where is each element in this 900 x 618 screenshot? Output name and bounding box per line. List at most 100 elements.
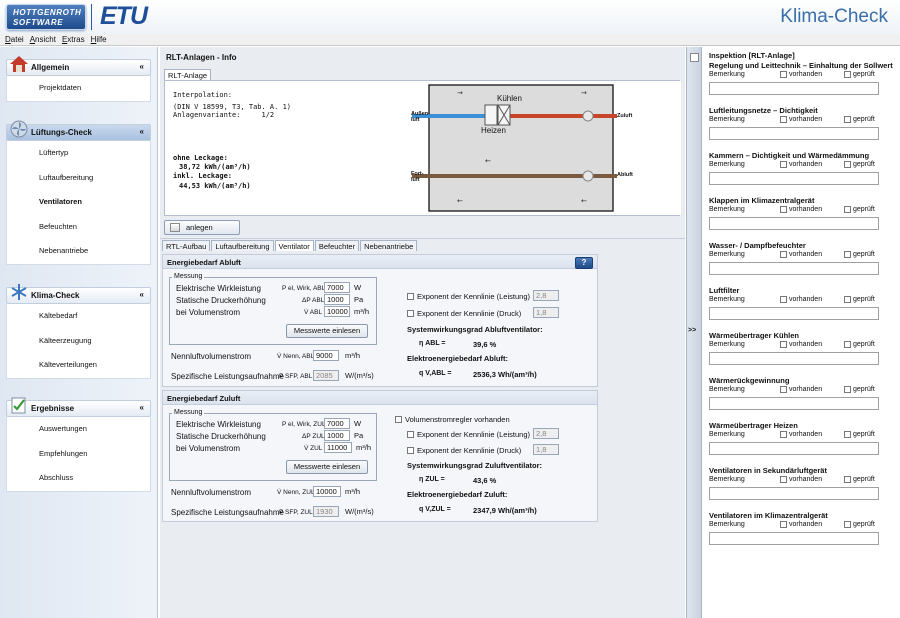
volumenstrom-abluft-input[interactable]: 10000 xyxy=(324,306,350,317)
tab-4[interactable]: Nebenantriebe xyxy=(360,240,418,251)
menu-item-3[interactable]: Hilfe xyxy=(88,34,110,45)
bemerkung-input[interactable] xyxy=(709,307,879,320)
geprueft-checkbox[interactable]: geprüft xyxy=(844,296,875,303)
fan-icon xyxy=(9,120,29,138)
tab-0[interactable]: RTL-Aufbau xyxy=(162,240,211,251)
sidebar-section-0[interactable]: Allgemein « xyxy=(6,56,151,76)
bemerkung-input[interactable] xyxy=(709,82,879,95)
exponent-leistung-abluft-checkbox[interactable]: Exponent der Kennlinie (Leistung) xyxy=(407,292,530,301)
druck-zuluft-input[interactable]: 1000 xyxy=(324,430,350,441)
exponent-druck-zuluft-checkbox[interactable]: Exponent der Kennlinie (Druck) xyxy=(407,446,521,455)
messwerte-einlesen-zuluft-button[interactable]: Messwerte einlesen xyxy=(286,460,368,474)
anlegen-button[interactable]: anlegen xyxy=(164,220,240,235)
vorhanden-checkbox[interactable]: vorhanden xyxy=(780,161,822,168)
collapse-chevron-icon[interactable]: « xyxy=(140,290,144,299)
geprueft-checkbox[interactable]: geprüft xyxy=(844,521,875,528)
sidebar-item[interactable]: Ventilatoren xyxy=(7,190,150,215)
sidebar-item[interactable]: Auswertungen xyxy=(7,417,150,442)
geprueft-checkbox[interactable]: geprüft xyxy=(844,116,875,123)
vorhanden-checkbox[interactable]: vorhanden xyxy=(780,116,822,123)
menu-item-1[interactable]: Ansicht xyxy=(27,34,59,45)
exponent-leistung-zuluft-input[interactable]: 2,8 xyxy=(533,428,559,439)
collapse-chevron-icon[interactable]: « xyxy=(140,403,144,412)
vorhanden-checkbox[interactable]: vorhanden xyxy=(780,251,822,258)
sidebar-item[interactable]: Lüftertyp xyxy=(7,141,150,166)
sidebar-item[interactable]: Kälteverteilungen xyxy=(7,353,150,378)
geprueft-checkbox[interactable]: geprüft xyxy=(844,251,875,258)
vorhanden-checkbox[interactable]: vorhanden xyxy=(780,341,822,348)
svg-text:←: ← xyxy=(581,197,587,205)
druck-label: Statische Druckerhöhung xyxy=(176,296,266,305)
volumenstromregler-checkbox[interactable]: Volumenstromregler vorhanden xyxy=(395,415,510,424)
tab-2[interactable]: Ventilator xyxy=(274,240,314,251)
messung-legend: Messung xyxy=(172,273,205,280)
bemerkung-input[interactable] xyxy=(709,127,879,140)
volumenstrom-label: bei Volumenstrom xyxy=(176,308,241,317)
vorhanden-checkbox[interactable]: vorhanden xyxy=(780,386,822,393)
exponent-leistung-zuluft-checkbox[interactable]: Exponent der Kennlinie (Leistung) xyxy=(407,430,530,439)
bemerkung-input[interactable] xyxy=(709,397,879,410)
volumenstrom-zuluft-input[interactable]: 11000 xyxy=(324,442,352,453)
bemerkung-input[interactable] xyxy=(709,487,879,500)
vorhanden-checkbox[interactable]: vorhanden xyxy=(780,71,822,78)
sidebar-section-2[interactable]: Klima-Check « xyxy=(6,284,151,304)
druck-abluft-input[interactable]: 1000 xyxy=(324,294,350,305)
panel-checkbox[interactable] xyxy=(690,53,699,62)
inspection-item: Luftleitungsnetze – Dichtigkeit Bemerkung… xyxy=(709,106,899,140)
geprueft-checkbox[interactable]: geprüft xyxy=(844,206,875,213)
messwerte-einlesen-abluft-button[interactable]: Messwerte einlesen xyxy=(286,324,368,338)
exponent-druck-abluft-checkbox[interactable]: Exponent der Kennlinie (Druck) xyxy=(407,309,521,318)
vorhanden-checkbox[interactable]: vorhanden xyxy=(780,521,822,528)
sidebar-item[interactable]: Kältebedarf xyxy=(7,304,150,329)
sidebar-item[interactable]: Kälteerzeugung xyxy=(7,329,150,354)
zuluft-label: Zuluft xyxy=(617,113,633,119)
interpolation-source: (DIN V 18599, T3, Tab. A. 1) xyxy=(173,103,292,111)
sidebar-item[interactable]: Befeuchten xyxy=(7,215,150,240)
tab-3[interactable]: Befeuchter xyxy=(314,240,360,251)
menu-item-0[interactable]: Datei xyxy=(2,34,27,45)
geprueft-checkbox[interactable]: geprüft xyxy=(844,386,875,393)
vorhanden-checkbox[interactable]: vorhanden xyxy=(780,431,822,438)
bemerkung-input[interactable] xyxy=(709,262,879,275)
menu-item-2[interactable]: Extras xyxy=(59,34,88,45)
sidebar-item[interactable]: Empfehlungen xyxy=(7,442,150,467)
interpolation-label: Interpolation: xyxy=(173,91,233,99)
collapse-chevron-icon[interactable]: « xyxy=(140,127,144,136)
bemerkung-input[interactable] xyxy=(709,217,879,230)
inkl-leckage-label: inkl. Leckage: xyxy=(173,172,233,180)
exponent-druck-abluft-input[interactable]: 1,8 xyxy=(533,307,559,318)
bemerkung-input[interactable] xyxy=(709,352,879,365)
bemerkung-input[interactable] xyxy=(709,172,879,185)
geprueft-checkbox[interactable]: geprüft xyxy=(844,161,875,168)
vorhanden-checkbox[interactable]: vorhanden xyxy=(780,206,822,213)
expand-panel-button[interactable]: >> xyxy=(688,327,696,334)
geprueft-checkbox[interactable]: geprüft xyxy=(844,341,875,348)
abluft-label: Abluft xyxy=(617,172,633,178)
tab-1[interactable]: Luftaufbereitung xyxy=(211,240,274,251)
geprueft-checkbox[interactable]: geprüft xyxy=(844,476,875,483)
nennluftvolumenstrom-abluft-input[interactable]: 9000 xyxy=(313,350,339,361)
vorhanden-checkbox[interactable]: vorhanden xyxy=(780,296,822,303)
page-title: RLT-Anlagen - Info xyxy=(166,53,237,62)
exponent-leistung-abluft-input[interactable]: 2,8 xyxy=(533,290,559,301)
tab-rlt-anlage[interactable]: RLT-Anlage xyxy=(164,69,212,80)
sidebar-section-1[interactable]: Lüftungs-Check « xyxy=(6,120,151,141)
nennluftvolumenstrom-zuluft-input[interactable]: 10000 xyxy=(313,486,341,497)
sidebar-item[interactable]: Nebenantriebe xyxy=(7,239,150,264)
wirkleistung-zuluft-input[interactable]: 7000 xyxy=(324,418,350,429)
wirkleistung-abluft-input[interactable]: 7000 xyxy=(324,282,350,293)
sidebar-item[interactable]: Abschluss xyxy=(7,466,150,491)
exponent-druck-zuluft-input[interactable]: 1,8 xyxy=(533,444,559,455)
collapse-chevron-icon[interactable]: « xyxy=(140,62,144,71)
sidebar-section-3[interactable]: Ergebnisse « xyxy=(6,397,151,417)
inspection-item: Wasser- / Dampfbefeuchter Bemerkung vorhan… xyxy=(709,241,899,275)
geprueft-checkbox[interactable]: geprüft xyxy=(844,431,875,438)
sidebar-item[interactable]: Projektdaten xyxy=(7,76,150,101)
vorhanden-checkbox[interactable]: vorhanden xyxy=(780,476,822,483)
bemerkung-input[interactable] xyxy=(709,532,879,545)
inspection-item: Wärmeübertrager Kühlen Bemerkung vorhanden… xyxy=(709,331,899,365)
geprueft-checkbox[interactable]: geprüft xyxy=(844,71,875,78)
sidebar-item[interactable]: Luftaufbereitung xyxy=(7,166,150,191)
help-button[interactable]: ? xyxy=(575,257,593,269)
bemerkung-input[interactable] xyxy=(709,442,879,455)
